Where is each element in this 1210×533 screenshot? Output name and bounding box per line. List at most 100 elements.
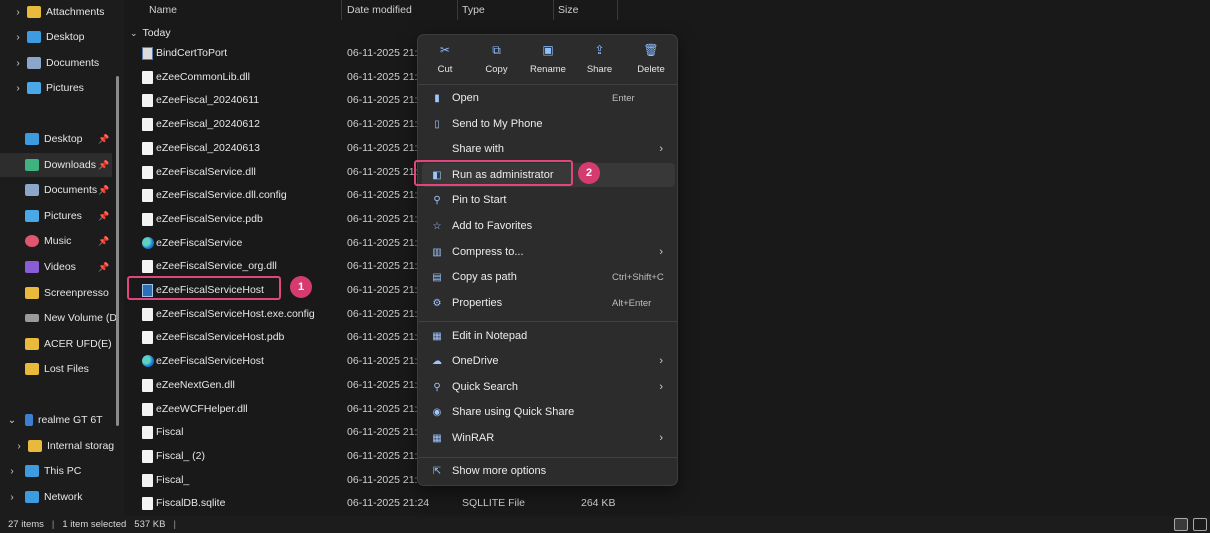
- column-header-name[interactable]: Name: [149, 0, 177, 20]
- menu-item-label: Share using Quick Share: [452, 406, 575, 418]
- sidebar-scrollbar[interactable]: [116, 76, 119, 426]
- menu-item-send-to-my-phone[interactable]: ▯ Send to My Phone: [422, 112, 675, 136]
- file-name: eZeeFiscal_20240613: [156, 141, 260, 154]
- rename-button[interactable]: ▣ Rename: [522, 41, 574, 81]
- sidebar-item-label: This PC: [44, 465, 82, 477]
- menu-item-label: Quick Search: [452, 381, 519, 393]
- menu-item-pin-to-start[interactable]: ⚲ Pin to Start: [422, 188, 675, 212]
- menu-item-quick-search[interactable]: ⚲ Quick Search ›: [422, 375, 675, 399]
- navigation-pane: › Attachments › Desktop › Documents › Pi…: [0, 0, 124, 516]
- sidebar-item-label: realme GT 6T: [38, 414, 103, 426]
- sidebar-item-attachments[interactable]: › Attachments: [0, 0, 104, 24]
- onedrive-icon: ☁: [432, 355, 442, 367]
- edge-file-icon: [142, 355, 154, 368]
- chevron-right-icon[interactable]: ›: [11, 58, 25, 69]
- sidebar-item-lost-files[interactable]: Lost Files: [0, 357, 89, 381]
- sidebar-item-internal-storage[interactable]: › Internal storag: [0, 434, 114, 458]
- sidebar-item-realme[interactable]: ⌄ realme GT 6T: [0, 408, 103, 432]
- pin-icon[interactable]: 📌: [98, 185, 109, 196]
- downloads-icon: [25, 159, 39, 171]
- menu-item-add-to-favorites[interactable]: ☆ Add to Favorites: [422, 214, 675, 238]
- chevron-right-icon[interactable]: ›: [11, 32, 25, 43]
- pictures-icon: [27, 82, 41, 94]
- chevron-right-icon[interactable]: ›: [11, 7, 25, 18]
- menu-item-properties[interactable]: ⚙ Properties Alt+Enter: [422, 291, 675, 315]
- delete-button[interactable]: 🗑 Delete: [625, 41, 677, 81]
- file-row[interactable]: FiscalDB.sqlite 06-11-2025 21:24 SQLLITE F…: [136, 492, 736, 515]
- sidebar-item-videos[interactable]: Videos 📌: [0, 255, 112, 279]
- sidebar-item-screenpresso[interactable]: Screenpresso: [0, 281, 109, 305]
- file-icon: [142, 165, 153, 179]
- sidebar-item-documents-pinned[interactable]: Documents 📌: [0, 178, 112, 202]
- menu-item-winrar[interactable]: ▦ WinRAR ›: [422, 426, 675, 450]
- menu-item-onedrive[interactable]: ☁ OneDrive ›: [422, 349, 675, 373]
- pin-icon[interactable]: 📌: [98, 262, 109, 273]
- pin-icon[interactable]: 📌: [98, 160, 109, 171]
- menu-item-open[interactable]: ▮ Open Enter: [422, 86, 675, 110]
- column-header-size[interactable]: Size: [558, 0, 578, 20]
- chevron-down-icon[interactable]: ⌄: [5, 415, 19, 426]
- menu-item-label: Add to Favorites: [452, 220, 533, 232]
- file-icon: [142, 94, 153, 108]
- column-divider[interactable]: [457, 0, 458, 20]
- group-header-today[interactable]: ⌄ Today: [130, 24, 171, 42]
- menu-item-label: WinRAR: [452, 432, 495, 444]
- documents-icon: [27, 57, 41, 69]
- details-view-button[interactable]: [1174, 518, 1188, 531]
- menu-item-label: Show more options: [452, 465, 547, 477]
- menu-item-copy-as-path[interactable]: ▤ Copy as path Ctrl+Shift+C: [422, 265, 675, 289]
- pin-icon[interactable]: 📌: [98, 211, 109, 222]
- pin-icon[interactable]: 📌: [98, 236, 109, 247]
- copy-button[interactable]: ⧉ Copy: [471, 41, 523, 81]
- chevron-right-icon: ›: [659, 143, 663, 155]
- column-divider[interactable]: [553, 0, 554, 20]
- file-icon: [142, 497, 153, 511]
- notepad-icon: ▦: [432, 330, 442, 342]
- chevron-right-icon[interactable]: ›: [5, 466, 19, 477]
- chevron-right-icon[interactable]: ›: [12, 441, 26, 452]
- chevron-right-icon[interactable]: ›: [11, 83, 25, 94]
- group-label: Today: [142, 27, 171, 39]
- sidebar-item-music[interactable]: Music 📌: [0, 229, 112, 253]
- quick-action-label: Cut: [437, 64, 453, 75]
- file-name: eZeeFiscalServiceHost.pdb: [156, 331, 285, 344]
- step-badge-1: 1: [290, 276, 312, 298]
- step-badge-2: 2: [578, 162, 600, 184]
- file-name: Fiscal_: [156, 473, 190, 486]
- file-name: Fiscal: [156, 426, 184, 439]
- pictures-icon: [25, 210, 39, 222]
- column-header-type[interactable]: Type: [462, 0, 485, 20]
- menu-item-share-with[interactable]: Share with ›: [422, 137, 675, 161]
- chevron-right-icon: ›: [659, 432, 663, 444]
- column-divider[interactable]: [341, 0, 342, 20]
- sidebar-item-desktop[interactable]: › Desktop: [0, 25, 85, 49]
- menu-item-compress-to[interactable]: ▥ Compress to... ›: [422, 240, 675, 264]
- chevron-right-icon[interactable]: ›: [5, 492, 19, 503]
- menu-item-label: Edit in Notepad: [452, 330, 528, 342]
- chevron-down-icon[interactable]: ⌄: [130, 28, 138, 39]
- sidebar-item-acer-ufd[interactable]: ACER UFD(E): [0, 332, 112, 356]
- menu-item-edit-in-notepad[interactable]: ▦ Edit in Notepad: [422, 324, 675, 348]
- sidebar-item-desktop-pinned[interactable]: Desktop 📌: [0, 127, 112, 151]
- sidebar-item-this-pc[interactable]: › This PC: [0, 459, 81, 483]
- sidebar-item-pictures-pinned[interactable]: Pictures 📌: [0, 204, 112, 228]
- menu-divider: [418, 321, 677, 322]
- column-divider[interactable]: [617, 0, 618, 20]
- sidebar-item-network[interactable]: › Network: [0, 485, 83, 509]
- sidebar-item-pictures[interactable]: › Pictures: [0, 76, 84, 100]
- pin-icon[interactable]: 📌: [98, 134, 109, 145]
- folder-icon: [25, 363, 39, 375]
- cut-button[interactable]: ✂ Cut: [419, 41, 471, 81]
- column-header-date[interactable]: Date modified: [347, 0, 412, 20]
- sidebar-item-documents[interactable]: › Documents: [0, 51, 99, 75]
- share-button[interactable]: ⇪ Share: [574, 41, 626, 81]
- menu-item-show-more-options[interactable]: ⇱ Show more options: [422, 459, 675, 483]
- file-type: SQLLITE File: [462, 497, 526, 510]
- menu-item-share-using-quick-share[interactable]: ◉ Share using Quick Share: [422, 400, 675, 424]
- sidebar-item-label: Lost Files: [44, 363, 89, 375]
- sidebar-item-new-volume[interactable]: New Volume (D:: [0, 306, 120, 330]
- file-icon: [142, 331, 153, 345]
- tiles-view-button[interactable]: [1193, 518, 1207, 531]
- selection-size: 537 KB: [134, 519, 166, 530]
- sidebar-item-downloads[interactable]: Downloads 📌: [0, 153, 112, 177]
